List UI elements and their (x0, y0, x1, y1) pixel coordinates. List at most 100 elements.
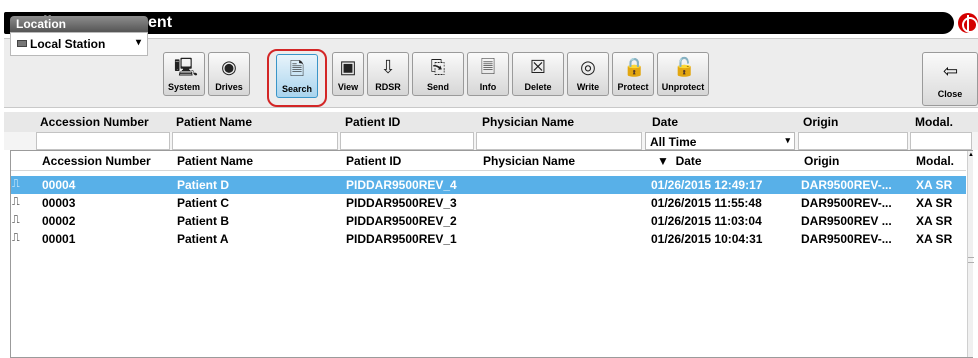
cell-date: 01/26/2015 12:49:17 (651, 178, 763, 192)
cell-modality: XA SR (916, 196, 953, 210)
cell-modality: XA SR (916, 178, 953, 192)
exit-arrow-icon: ⇦ (943, 61, 959, 81)
scroll-thumb[interactable] (968, 257, 974, 263)
filter-header-physician: Physician Name (482, 115, 575, 129)
send-button[interactable]: ⎘ Send (412, 52, 464, 96)
unprotect-button[interactable]: 🔓 Unprotect (657, 52, 709, 96)
write-button[interactable]: ◎ Write (567, 52, 609, 96)
lock-icon: 🔒 (623, 57, 646, 77)
column-header-patient-name[interactable]: Patient Name (177, 154, 253, 168)
disc-icon: ◉ (221, 57, 237, 77)
cell-patient-id: PIDDAR9500REV_4 (346, 178, 457, 192)
table-row[interactable]: ⎍ 00003 Patient C PIDDAR9500REV_3 01/26/… (11, 194, 966, 212)
report-download-icon: ⇩ (380, 57, 396, 77)
filter-header-patient-name: Patient Name (176, 115, 253, 129)
cell-accession: 00003 (42, 196, 76, 210)
column-header-accession[interactable]: Accession Number (42, 154, 151, 168)
info-button-label: Info (479, 82, 497, 92)
unlock-icon: 🔓 (673, 57, 696, 77)
filter-header-origin: Origin (803, 115, 839, 129)
close-button-label: Close (937, 89, 963, 99)
cell-patient-name: Patient C (177, 196, 230, 210)
cell-patient-id: PIDDAR9500REV_1 (346, 232, 457, 246)
delete-button[interactable]: ☒ Delete (512, 52, 564, 96)
filter-header-date: Date (652, 115, 679, 129)
chevron-down-icon: ▾ (785, 135, 790, 145)
workstation-icon (17, 40, 27, 47)
info-button[interactable]: 🗏 Info (467, 52, 509, 96)
sort-descending-icon: ▼ (657, 154, 669, 168)
filter-header-accession: Accession Number (40, 115, 149, 129)
cell-origin: DAR9500REV-... (801, 178, 892, 192)
studies-table: Accession Number Patient Name Patient ID… (10, 150, 974, 358)
cell-accession: 00002 (42, 214, 76, 228)
filter-physician-input[interactable] (476, 132, 642, 150)
chevron-down-icon: ▾ (135, 37, 141, 48)
location-selected: Local Station (30, 37, 106, 51)
cell-modality: XA SR (916, 214, 953, 228)
delete-icon: ☒ (529, 57, 547, 77)
protect-button[interactable]: 🔒 Protect (612, 52, 654, 96)
send-button-label: Send (426, 82, 449, 92)
drives-button-label: Drives (215, 82, 243, 92)
filter-header-patient-id: Patient ID (345, 115, 401, 129)
send-documents-icon: ⎘ (430, 57, 446, 77)
cell-patient-id: PIDDAR9500REV_3 (346, 196, 457, 210)
rdsr-button-label: RDSR (375, 82, 401, 92)
info-document-icon: 🗏 (480, 57, 496, 77)
filter-accession-input[interactable] (36, 132, 170, 150)
column-header-origin[interactable]: Origin (804, 154, 839, 168)
table-row[interactable]: ⎍ 00001 Patient A PIDDAR9500REV_1 01/26/… (11, 230, 966, 248)
scroll-up-arrow-icon[interactable]: ▲ (968, 151, 974, 159)
cell-date: 01/26/2015 11:03:04 (651, 214, 762, 228)
drives-button[interactable]: ◉ Drives (208, 52, 250, 96)
table-header-row: Accession Number Patient Name Patient ID… (11, 151, 966, 171)
filter-header-modality: Modal. (915, 115, 953, 129)
cell-accession: 00001 (42, 232, 76, 246)
vertical-scrollbar[interactable]: ▲ (967, 151, 974, 357)
system-button[interactable]: 🖳 System (163, 52, 205, 96)
filter-date-dropdown[interactable]: All Time ▾ (645, 132, 795, 150)
cell-accession: 00004 (42, 178, 76, 192)
search-button-label: Search (281, 84, 313, 94)
cell-patient-id: PIDDAR9500REV_2 (346, 214, 457, 228)
brand-logo-icon (958, 13, 978, 33)
system-button-label: System (167, 82, 201, 92)
location-dropdown[interactable]: Local Station ▾ (10, 32, 148, 56)
filter-patient-id-input[interactable] (340, 132, 474, 150)
table-row[interactable]: ⎍ 00004 Patient D PIDDAR9500REV_4 01/26/… (11, 176, 966, 194)
delete-button-label: Delete (524, 82, 552, 92)
study-unlocked-icon: ⎍ (12, 214, 20, 226)
cell-patient-name: Patient A (177, 232, 229, 246)
cell-origin: DAR9500REV ... (801, 214, 892, 228)
computer-icon: 🖳 (174, 57, 199, 77)
cell-patient-name: Patient B (177, 214, 230, 228)
column-header-modality[interactable]: Modal. (916, 154, 954, 168)
cell-patient-name: Patient D (177, 178, 230, 192)
write-disc-icon: ◎ (580, 57, 596, 77)
film-icon: ▣ (339, 57, 357, 77)
location-label: Location (10, 16, 148, 32)
filter-origin-input[interactable] (798, 132, 908, 150)
filter-date-selected: All Time (650, 135, 697, 149)
table-row[interactable]: ⎍ 00002 Patient B PIDDAR9500REV_2 01/26/… (11, 212, 966, 230)
cell-modality: XA SR (916, 232, 953, 246)
search-document-icon: 🗎 (289, 59, 305, 79)
study-unlocked-icon: ⎍ (12, 178, 20, 190)
unprotect-button-label: Unprotect (661, 82, 705, 92)
cell-date: 01/26/2015 10:04:31 (651, 232, 763, 246)
study-unlocked-icon: ⎍ (12, 232, 20, 244)
cell-origin: DAR9500REV-... (801, 232, 892, 246)
column-header-physician[interactable]: Physician Name (483, 154, 575, 168)
column-header-date[interactable]: ▼ Date (657, 154, 702, 168)
column-header-patient-id[interactable]: Patient ID (346, 154, 401, 168)
study-unlocked-icon: ⎍ (12, 196, 20, 208)
filter-modality-input[interactable] (910, 132, 972, 150)
view-button[interactable]: ▣ View (332, 52, 364, 96)
cell-date: 01/26/2015 11:55:48 (651, 196, 762, 210)
search-button[interactable]: 🗎 Search (276, 54, 318, 98)
rdsr-button[interactable]: ⇩ RDSR (367, 52, 409, 96)
filter-patient-name-input[interactable] (172, 132, 338, 150)
close-button[interactable]: ⇦ Close (922, 52, 978, 106)
write-button-label: Write (576, 82, 600, 92)
